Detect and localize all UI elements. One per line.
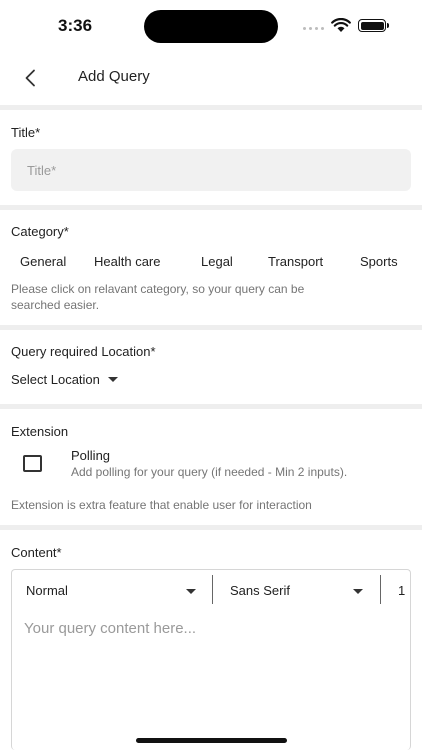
caret-down-icon bbox=[353, 589, 363, 594]
home-indicator bbox=[136, 738, 287, 743]
category-hint-line1: Please click on relavant category, so yo… bbox=[11, 282, 305, 296]
rich-text-editor: Normal Sans Serif 1 Your query content h… bbox=[11, 569, 411, 750]
section-divider bbox=[0, 404, 422, 409]
location-label: Query required Location* bbox=[11, 344, 156, 359]
toolbar-divider bbox=[380, 575, 381, 604]
category-chip-transport[interactable]: Transport bbox=[268, 254, 323, 269]
dynamic-island bbox=[144, 10, 278, 43]
size-select[interactable]: 1 bbox=[398, 583, 405, 598]
caret-down-icon bbox=[186, 589, 196, 594]
category-chip-health-care[interactable]: Health care bbox=[94, 254, 160, 269]
category-chips: General Health care Legal Transport Spor… bbox=[0, 252, 422, 272]
title-input[interactable] bbox=[11, 149, 411, 191]
extension-label: Extension bbox=[11, 424, 69, 439]
status-time: 3:36 bbox=[58, 16, 93, 35]
cellular-signal-icon bbox=[303, 27, 324, 30]
chevron-left-icon bbox=[25, 69, 35, 87]
category-chip-legal[interactable]: Legal bbox=[201, 254, 233, 269]
back-button[interactable] bbox=[14, 62, 46, 94]
status-bar: 3:36 bbox=[0, 0, 422, 52]
wifi-icon bbox=[331, 18, 351, 32]
polling-title: Polling bbox=[71, 448, 111, 463]
category-hint-line2: searched easier. bbox=[11, 298, 100, 312]
section-divider bbox=[0, 525, 422, 530]
location-dropdown[interactable]: Select Location bbox=[11, 372, 118, 387]
battery-icon bbox=[358, 19, 389, 32]
category-label: Category* bbox=[11, 224, 69, 239]
page-title: Add Query bbox=[78, 68, 150, 85]
content-label: Content* bbox=[11, 545, 62, 560]
app-bar: Add Query bbox=[0, 52, 422, 104]
caret-down-icon bbox=[107, 377, 118, 382]
title-label: Title* bbox=[11, 125, 41, 140]
content-editor-input[interactable]: Your query content here... bbox=[24, 620, 196, 637]
extension-note: Extension is extra feature that enable u… bbox=[11, 498, 312, 512]
toolbar-divider bbox=[212, 575, 213, 604]
section-divider bbox=[0, 105, 422, 110]
polling-subtitle: Add polling for your query (if needed - … bbox=[71, 465, 348, 479]
format-select[interactable]: Normal bbox=[26, 583, 68, 598]
font-select[interactable]: Sans Serif bbox=[230, 583, 290, 598]
category-chip-sports[interactable]: Sports bbox=[360, 254, 398, 269]
section-divider bbox=[0, 205, 422, 210]
editor-toolbar: Normal Sans Serif 1 bbox=[12, 570, 410, 611]
location-dropdown-value: Select Location bbox=[11, 372, 100, 387]
section-divider bbox=[0, 325, 422, 330]
polling-checkbox[interactable] bbox=[23, 455, 42, 472]
category-chip-general[interactable]: General bbox=[20, 254, 66, 269]
